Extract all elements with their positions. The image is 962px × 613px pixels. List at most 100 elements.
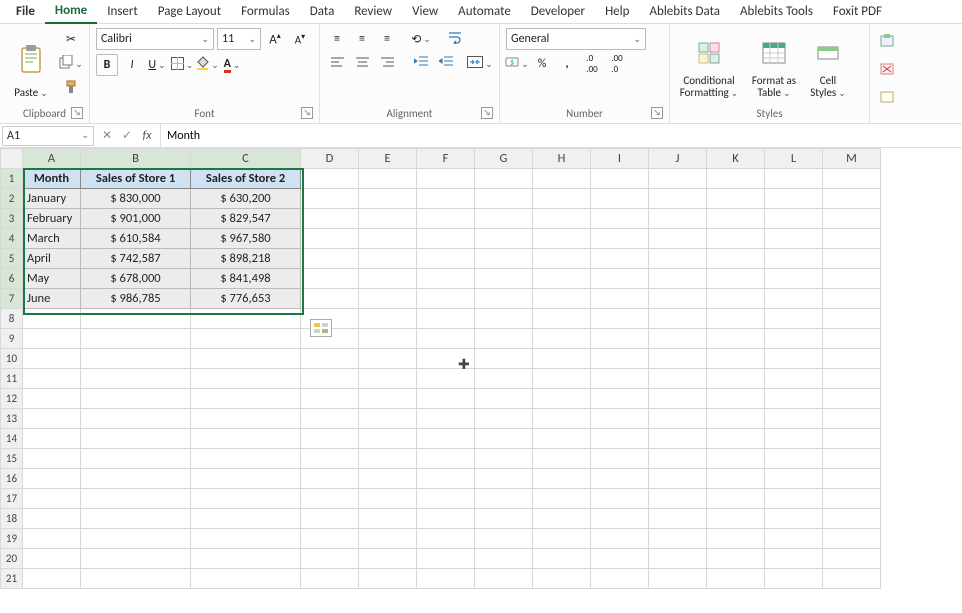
cell-H3[interactable]: [533, 209, 591, 229]
cell-M16[interactable]: [823, 469, 881, 489]
cell-E13[interactable]: [359, 409, 417, 429]
cell-G1[interactable]: [475, 169, 533, 189]
cell-I4[interactable]: [591, 229, 649, 249]
tab-file[interactable]: File: [6, 0, 45, 23]
cell-B21[interactable]: [81, 569, 191, 589]
cell-M15[interactable]: [823, 449, 881, 469]
cell-H2[interactable]: [533, 189, 591, 209]
copy-button[interactable]: [60, 53, 82, 75]
cell-E12[interactable]: [359, 389, 417, 409]
cell-M2[interactable]: [823, 189, 881, 209]
cell-G10[interactable]: [475, 349, 533, 369]
cell-M7[interactable]: [823, 289, 881, 309]
column-header-F[interactable]: F: [417, 149, 475, 169]
cell-J16[interactable]: [649, 469, 707, 489]
cell-C7[interactable]: $ 776,653: [191, 289, 301, 309]
cell-J18[interactable]: [649, 509, 707, 529]
row-header-16[interactable]: 16: [1, 469, 23, 489]
cell-C14[interactable]: [191, 429, 301, 449]
cell-D18[interactable]: [301, 509, 359, 529]
cell-L11[interactable]: [765, 369, 823, 389]
cell-C6[interactable]: $ 841,498: [191, 269, 301, 289]
cell-J12[interactable]: [649, 389, 707, 409]
cell-L9[interactable]: [765, 329, 823, 349]
cell-H20[interactable]: [533, 549, 591, 569]
insert-cells-button[interactable]: [876, 32, 898, 54]
cell-G13[interactable]: [475, 409, 533, 429]
cell-L8[interactable]: [765, 309, 823, 329]
cell-E5[interactable]: [359, 249, 417, 269]
decrease-indent-button[interactable]: [410, 53, 432, 75]
cell-A10[interactable]: [23, 349, 81, 369]
cell-C19[interactable]: [191, 529, 301, 549]
cell-E9[interactable]: [359, 329, 417, 349]
cell-C8[interactable]: [191, 309, 301, 329]
format-as-table-button[interactable]: Format as Table: [746, 28, 802, 102]
cell-I9[interactable]: [591, 329, 649, 349]
column-header-M[interactable]: M: [823, 149, 881, 169]
cell-D1[interactable]: [301, 169, 359, 189]
cell-D14[interactable]: [301, 429, 359, 449]
cell-L5[interactable]: [765, 249, 823, 269]
cell-J1[interactable]: [649, 169, 707, 189]
decrease-decimal-button[interactable]: .00.0: [606, 53, 628, 75]
column-header-C[interactable]: C: [191, 149, 301, 169]
cell-H14[interactable]: [533, 429, 591, 449]
cell-F12[interactable]: [417, 389, 475, 409]
row-header-12[interactable]: 12: [1, 389, 23, 409]
cell-A1[interactable]: Month: [23, 169, 81, 189]
number-format-combo[interactable]: General⌄: [506, 28, 646, 50]
cell-L20[interactable]: [765, 549, 823, 569]
cell-C15[interactable]: [191, 449, 301, 469]
cell-F14[interactable]: [417, 429, 475, 449]
cell-E17[interactable]: [359, 489, 417, 509]
cell-J10[interactable]: [649, 349, 707, 369]
row-header-3[interactable]: 3: [1, 209, 23, 229]
row-header-8[interactable]: 8: [1, 309, 23, 329]
cell-E7[interactable]: [359, 289, 417, 309]
cell-C17[interactable]: [191, 489, 301, 509]
cell-D19[interactable]: [301, 529, 359, 549]
tab-developer[interactable]: Developer: [521, 0, 595, 23]
cell-B19[interactable]: [81, 529, 191, 549]
cell-B10[interactable]: [81, 349, 191, 369]
cell-L3[interactable]: [765, 209, 823, 229]
cell-F21[interactable]: [417, 569, 475, 589]
cell-L4[interactable]: [765, 229, 823, 249]
cell-J7[interactable]: [649, 289, 707, 309]
cell-J21[interactable]: [649, 569, 707, 589]
alignment-dialog-launcher[interactable]: ↘: [481, 107, 493, 119]
cell-F3[interactable]: [417, 209, 475, 229]
cancel-formula-button[interactable]: ✕: [98, 128, 116, 143]
cell-L12[interactable]: [765, 389, 823, 409]
cell-K18[interactable]: [707, 509, 765, 529]
cell-J17[interactable]: [649, 489, 707, 509]
cell-C13[interactable]: [191, 409, 301, 429]
cell-A19[interactable]: [23, 529, 81, 549]
cell-B13[interactable]: [81, 409, 191, 429]
font-dialog-launcher[interactable]: ↘: [301, 107, 313, 119]
cell-B9[interactable]: [81, 329, 191, 349]
row-header-9[interactable]: 9: [1, 329, 23, 349]
cell-I3[interactable]: [591, 209, 649, 229]
column-header-B[interactable]: B: [81, 149, 191, 169]
cell-G14[interactable]: [475, 429, 533, 449]
cell-H18[interactable]: [533, 509, 591, 529]
cell-K5[interactable]: [707, 249, 765, 269]
cell-G4[interactable]: [475, 229, 533, 249]
cell-B14[interactable]: [81, 429, 191, 449]
clipboard-dialog-launcher[interactable]: ↘: [71, 107, 83, 119]
column-header-K[interactable]: K: [707, 149, 765, 169]
row-header-21[interactable]: 21: [1, 569, 23, 589]
cell-A14[interactable]: [23, 429, 81, 449]
column-header-A[interactable]: A: [23, 149, 81, 169]
bold-button[interactable]: B: [96, 54, 118, 76]
cell-E10[interactable]: [359, 349, 417, 369]
cell-H5[interactable]: [533, 249, 591, 269]
borders-button[interactable]: [171, 54, 193, 76]
cell-B1[interactable]: Sales of Store 1: [81, 169, 191, 189]
cell-H12[interactable]: [533, 389, 591, 409]
cell-G9[interactable]: [475, 329, 533, 349]
cell-I13[interactable]: [591, 409, 649, 429]
paste-button[interactable]: Paste: [6, 28, 56, 102]
